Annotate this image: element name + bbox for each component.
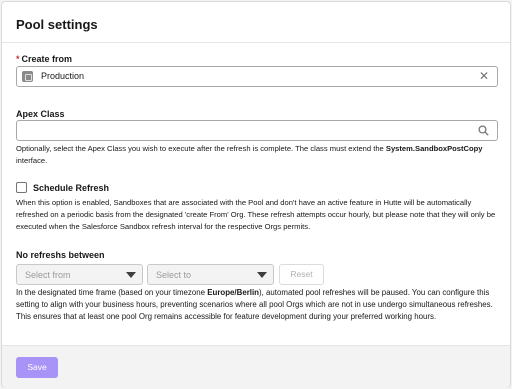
schedule-refresh-label[interactable]: Schedule Refresh (33, 183, 109, 193)
header-divider (2, 42, 510, 43)
reset-button[interactable]: Reset (279, 264, 324, 285)
apex-class-input[interactable] (16, 120, 498, 141)
no-refresh-help: In the designated time frame (based on y… (16, 288, 493, 322)
search-icon[interactable] (478, 125, 489, 136)
select-to-placeholder: Select to (156, 270, 192, 280)
timezone-value: Europe/Berlin (207, 288, 259, 297)
required-marker: * (16, 54, 20, 64)
apex-interface-name: System.SandboxPostCopy (385, 144, 483, 153)
no-refresh-label: No refreshs between (16, 250, 105, 260)
chevron-down-icon (257, 272, 267, 278)
select-from-dropdown[interactable]: Select from (16, 264, 143, 285)
create-from-label: * Create from (16, 54, 73, 64)
select-to-dropdown[interactable]: Select to (147, 264, 274, 285)
save-button[interactable]: Save (16, 357, 58, 378)
create-from-value: Production (41, 71, 85, 81)
apex-class-label: Apex Class (16, 109, 65, 119)
select-from-placeholder: Select from (25, 270, 71, 280)
org-icon (22, 71, 33, 82)
pool-settings-panel: Pool settings * Create from Production ✕ … (1, 1, 511, 388)
chevron-down-icon (126, 272, 136, 278)
footer: Save (2, 345, 510, 388)
create-from-lookup[interactable]: Production ✕ (16, 66, 498, 87)
page-title: Pool settings (16, 17, 98, 32)
clear-icon[interactable]: ✕ (479, 69, 489, 83)
apex-class-help: Optionally, select the Apex Class you wi… (16, 144, 483, 165)
schedule-refresh-checkbox[interactable] (16, 182, 27, 193)
schedule-refresh-help: When this option is enabled, Sandboxes t… (16, 198, 496, 231)
